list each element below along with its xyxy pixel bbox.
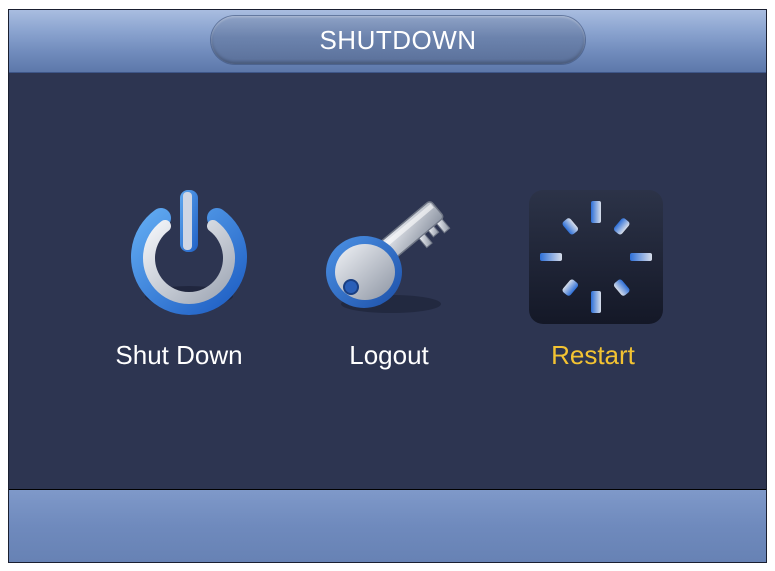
shutdown-option[interactable]: Shut Down	[89, 182, 269, 382]
dialog-title: SHUTDOWN	[319, 24, 477, 55]
restart-icon	[527, 188, 667, 328]
logout-label: Logout	[349, 340, 429, 370]
restart-option[interactable]: Restart	[503, 182, 683, 382]
dialog-header: SHUTDOWN	[9, 10, 766, 73]
dialog-footer	[9, 489, 766, 562]
title-pill: SHUTDOWN	[211, 16, 585, 64]
power-icon	[119, 188, 259, 328]
key-icon	[319, 192, 459, 332]
shutdown-dialog: SHUTDOWN Shut Down Logout Restart	[8, 9, 767, 563]
restart-label: Restart	[551, 340, 635, 370]
logout-option[interactable]: Logout	[299, 182, 479, 382]
shutdown-label: Shut Down	[115, 340, 243, 370]
